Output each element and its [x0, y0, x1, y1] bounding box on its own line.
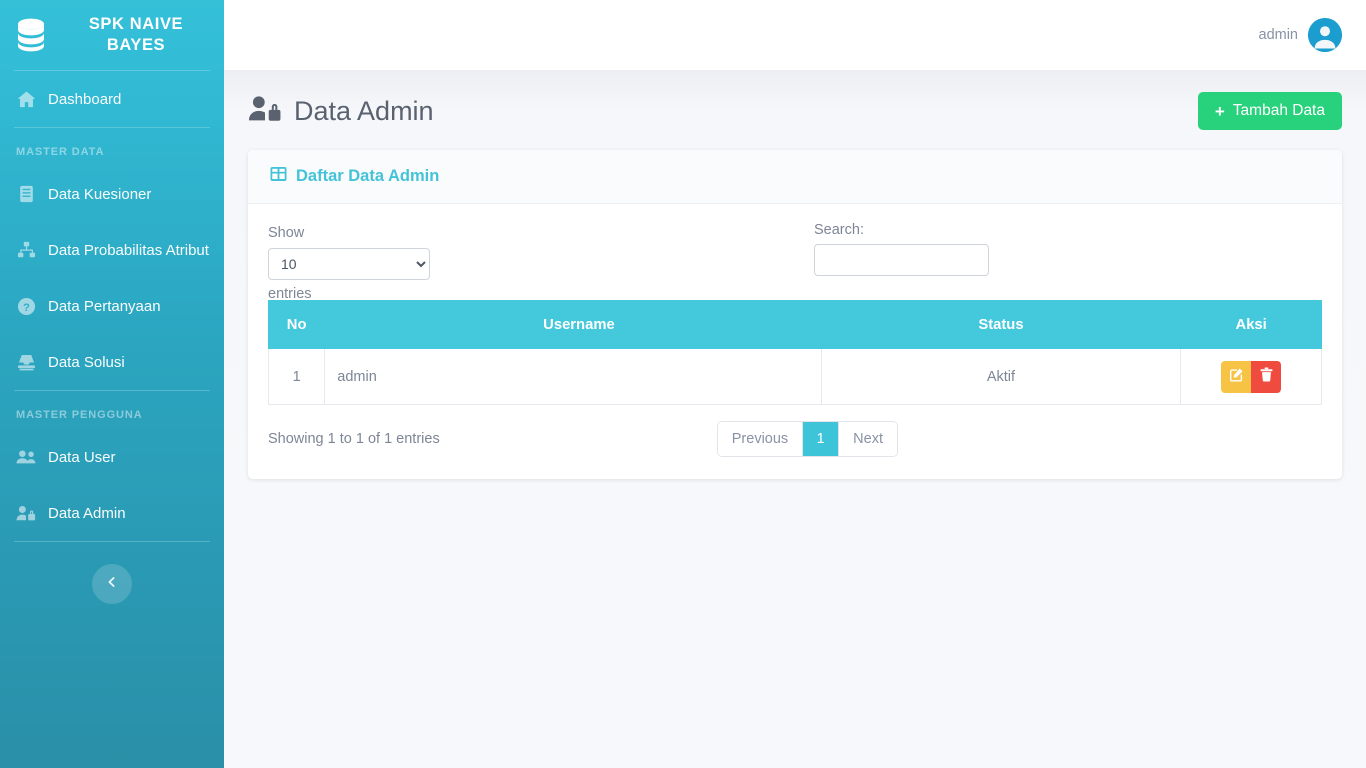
app-root: SPK NAIVE BAYES Dashboard MASTER DATA Da…	[0, 0, 1366, 768]
chevron-left-icon	[106, 575, 118, 593]
page-title-wrap: Data Admin	[248, 95, 434, 128]
tambah-data-button[interactable]: + Tambah Data	[1197, 92, 1342, 130]
table-icon	[270, 166, 287, 187]
trash-icon	[1260, 367, 1273, 386]
sidebar-item-data-probabilitas-atribut[interactable]: Data Probabilitas Atribut	[0, 222, 224, 278]
page-header: Data Admin + Tambah Data	[248, 70, 1342, 140]
cell-username: admin	[324, 348, 822, 405]
edit-button[interactable]	[1221, 360, 1252, 393]
sidebar-item-data-admin[interactable]: Data Admin	[0, 485, 224, 541]
length-control: Show 102550100 entries	[268, 222, 430, 305]
search-input[interactable]	[814, 244, 989, 276]
sidebar-item-data-probabilitas-atribut-label: Data Probabilitas Atribut	[48, 241, 209, 259]
sidebar-collapse-button[interactable]	[92, 564, 132, 604]
sidebar-item-data-kuesioner-label: Data Kuesioner	[48, 185, 152, 203]
main-area: admin Data Admin + Tambah Data Daftar Da…	[224, 0, 1366, 768]
sidebar-item-data-user[interactable]: Data User	[0, 429, 224, 485]
topbar-username: admin	[1258, 27, 1299, 43]
sidebar-item-data-solusi-label: Data Solusi	[48, 353, 125, 371]
database-icon	[14, 15, 48, 55]
sidebar-item-data-pertanyaan[interactable]: ? Data Pertanyaan	[0, 278, 224, 334]
question-circle-icon: ?	[16, 296, 36, 316]
sidebar-item-dashboard-label: Dashboard	[48, 90, 122, 108]
users-icon	[16, 447, 36, 467]
svg-text:?: ?	[23, 301, 30, 313]
clipboard-list-icon	[16, 184, 36, 204]
sidebar-item-data-solusi[interactable]: Data Solusi	[0, 334, 224, 390]
user-lock-icon	[248, 95, 282, 128]
action-button-group	[1221, 360, 1282, 393]
table-body: 1 admin Aktif	[267, 348, 1322, 405]
tambah-data-button-label: Tambah Data	[1232, 102, 1325, 119]
sidebar-item-data-admin-label: Data Admin	[48, 504, 126, 522]
brand-title: SPK NAIVE BAYES	[88, 15, 184, 54]
data-card: Daftar Data Admin Show 102550100 entries…	[248, 150, 1342, 479]
sidebar: SPK NAIVE BAYES Dashboard MASTER DATA Da…	[0, 0, 224, 768]
cell-status: Aktif	[820, 348, 1182, 405]
show-label: Show	[268, 225, 305, 241]
inbox-icon	[16, 352, 36, 372]
sidebar-item-data-kuesioner[interactable]: Data Kuesioner	[0, 166, 224, 222]
page-content: Data Admin + Tambah Data Daftar Data Adm…	[224, 70, 1366, 768]
delete-button[interactable]	[1251, 360, 1282, 393]
table-head: No Username Status Aksi	[267, 300, 1322, 349]
column-header-status[interactable]: Status	[820, 300, 1182, 349]
card-header-title: Daftar Data Admin	[296, 167, 440, 185]
table-row: 1 admin Aktif	[267, 348, 1322, 405]
column-header-aksi[interactable]: Aksi	[1180, 300, 1322, 349]
cell-no: 1	[267, 348, 326, 405]
pagination-previous[interactable]: Previous	[717, 422, 804, 456]
column-header-no[interactable]: No	[267, 300, 326, 349]
pagination-page-1[interactable]: 1	[803, 422, 840, 456]
column-header-username[interactable]: Username	[324, 300, 822, 349]
sidebar-section-master-data: MASTER DATA	[16, 146, 105, 158]
user-menu[interactable]: admin	[1258, 18, 1342, 52]
pagination: Previous 1 Next	[716, 421, 898, 457]
pagination-next[interactable]: Next	[839, 422, 897, 456]
page-title: Data Admin	[294, 95, 434, 126]
sidebar-item-dashboard[interactable]: Dashboard	[0, 71, 224, 127]
table-footer: Showing 1 to 1 of 1 entries Previous 1 N…	[268, 421, 1322, 457]
table-info: Showing 1 to 1 of 1 entries	[268, 431, 440, 447]
data-table: No Username Status Aksi 1 admin Aktif	[267, 300, 1322, 405]
edit-icon	[1229, 367, 1244, 386]
plus-icon: +	[1214, 101, 1225, 121]
cell-aksi	[1180, 348, 1322, 405]
avatar[interactable]	[1308, 18, 1342, 52]
sidebar-section-master-pengguna: MASTER PENGGUNA	[16, 409, 143, 421]
home-icon	[16, 89, 36, 109]
card-body: Show 102550100 entries Search: No	[248, 204, 1342, 479]
entries-label: entries	[268, 286, 312, 302]
user-lock-icon	[16, 503, 36, 523]
card-header: Daftar Data Admin	[248, 150, 1342, 204]
brand[interactable]: SPK NAIVE BAYES	[0, 0, 224, 70]
sidebar-item-data-user-label: Data User	[48, 448, 116, 466]
sidebar-collapse-wrap	[0, 542, 224, 604]
entries-length-select[interactable]: 102550100	[268, 248, 430, 280]
topbar: admin	[224, 0, 1366, 70]
table-controls: Show 102550100 entries Search:	[268, 222, 1322, 302]
sidebar-item-data-pertanyaan-label: Data Pertanyaan	[48, 297, 161, 315]
sitemap-icon	[16, 240, 36, 260]
table-header-row: No Username Status Aksi	[267, 300, 1322, 349]
search-control: Search:	[814, 222, 989, 276]
search-label: Search:	[814, 222, 864, 238]
